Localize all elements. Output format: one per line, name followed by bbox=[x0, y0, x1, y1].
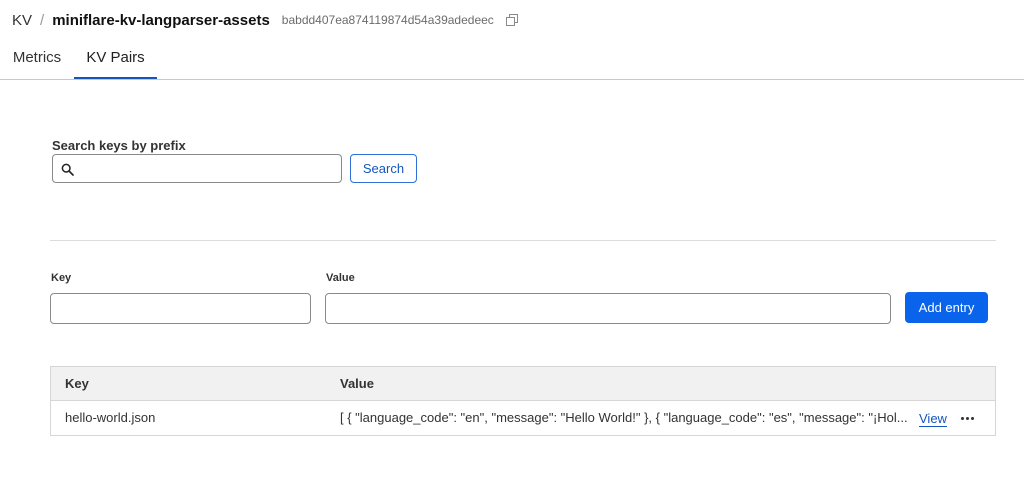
namespace-id: babdd407ea874119874d54a39adedeec bbox=[281, 13, 494, 27]
section-divider bbox=[50, 240, 996, 241]
copy-icon[interactable] bbox=[505, 14, 518, 26]
column-header-value: Value bbox=[340, 376, 374, 391]
search-button[interactable]: Search bbox=[350, 154, 417, 183]
row-key: hello-world.json bbox=[65, 410, 156, 425]
tab-metrics[interactable]: Metrics bbox=[0, 38, 74, 78]
tab-kv-pairs[interactable]: KV Pairs bbox=[74, 38, 157, 79]
view-link[interactable]: View bbox=[919, 411, 947, 426]
column-header-key: Key bbox=[65, 376, 89, 391]
tab-bar: Metrics KV Pairs bbox=[0, 38, 1024, 80]
breadcrumb-root[interactable]: KV bbox=[12, 12, 32, 29]
table-header: Key Value bbox=[51, 367, 995, 401]
table-row: hello-world.json [ { "language_code": "e… bbox=[51, 401, 995, 435]
value-field-label: Value bbox=[326, 272, 355, 284]
search-box[interactable] bbox=[52, 154, 342, 183]
breadcrumb-separator: / bbox=[40, 11, 45, 29]
row-value: [ { "language_code": "en", "message": "H… bbox=[340, 410, 908, 425]
search-icon bbox=[61, 163, 74, 176]
add-entry-button[interactable]: Add entry bbox=[905, 292, 988, 323]
search-label: Search keys by prefix bbox=[52, 138, 186, 153]
kv-table: Key Value hello-world.json [ { "language… bbox=[50, 366, 996, 436]
namespace-name: miniflare-kv-langparser-assets bbox=[52, 11, 270, 29]
key-field-label: Key bbox=[51, 272, 72, 284]
more-options-icon[interactable] bbox=[959, 411, 975, 425]
search-input[interactable] bbox=[81, 158, 339, 181]
key-input[interactable] bbox=[50, 293, 311, 324]
breadcrumb: KV / miniflare-kv-langparser-assets babd… bbox=[12, 9, 518, 31]
value-input[interactable] bbox=[325, 293, 891, 324]
